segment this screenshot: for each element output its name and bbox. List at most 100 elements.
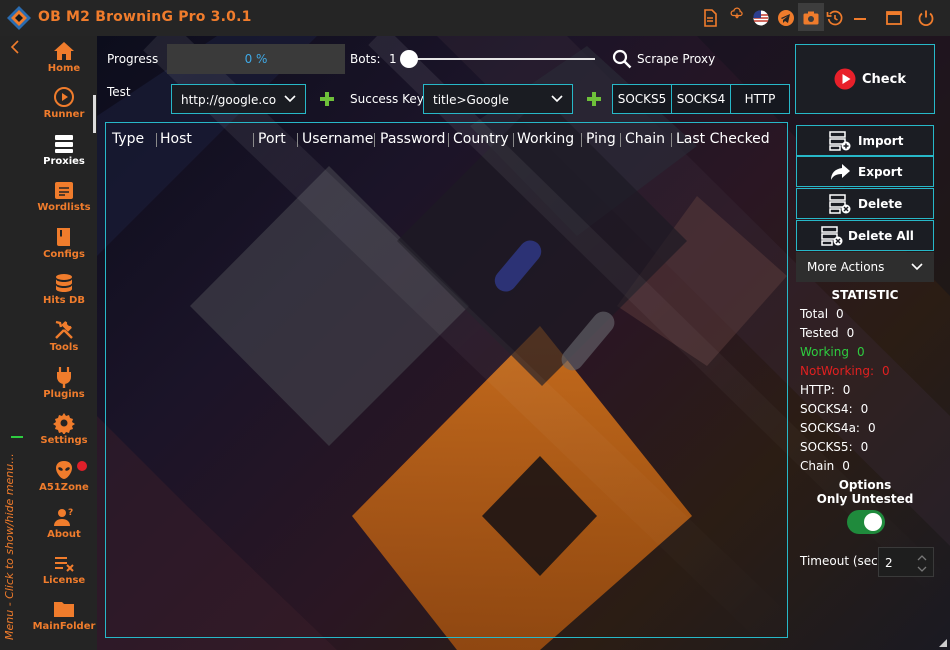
bots-slider-track[interactable] bbox=[408, 58, 595, 60]
column-header-username[interactable]: Username bbox=[302, 131, 373, 147]
sidebar-item-home[interactable]: Home bbox=[30, 40, 98, 74]
stat-total: Total 0 bbox=[800, 307, 844, 321]
sidebar-item-settings[interactable]: Settings bbox=[30, 412, 98, 446]
column-separator[interactable] bbox=[448, 133, 449, 147]
chevron-down-icon bbox=[911, 263, 923, 271]
chevron-down-icon bbox=[284, 95, 296, 103]
alien-icon bbox=[56, 461, 72, 479]
proxy-table[interactable]: Type Host Port Username Password Country… bbox=[105, 122, 788, 638]
search-icon bbox=[612, 49, 632, 69]
add-success-key-icon[interactable] bbox=[585, 90, 603, 108]
column-separator[interactable] bbox=[581, 133, 582, 147]
sidebar-item-hits-db[interactable]: Hits DB bbox=[30, 272, 98, 306]
more-actions-label: More Actions bbox=[807, 260, 885, 274]
import-button-label: Import bbox=[858, 134, 904, 148]
sidebar-item-tools[interactable]: Tools bbox=[30, 319, 98, 353]
column-header-last-checked[interactable]: Last Checked bbox=[676, 131, 770, 147]
more-actions-dropdown[interactable]: More Actions bbox=[796, 252, 934, 282]
sidebar-item-configs[interactable]: Configs bbox=[30, 226, 98, 260]
column-separator[interactable] bbox=[253, 133, 254, 147]
proxy-type-socks4[interactable]: SOCKS4 bbox=[671, 84, 731, 114]
cloud-download-icon[interactable] bbox=[727, 4, 747, 24]
import-button[interactable]: Import bbox=[796, 125, 934, 156]
sidebar-item-license[interactable]: License bbox=[30, 552, 98, 586]
toggle-knob bbox=[864, 513, 882, 531]
stat-not-working: NotWorking: 0 bbox=[800, 364, 890, 378]
sidebar-item-mainfolder[interactable]: MainFolder bbox=[30, 598, 98, 632]
history-icon[interactable] bbox=[825, 8, 845, 28]
column-header-country[interactable]: Country bbox=[453, 131, 509, 147]
chevron-up-icon[interactable] bbox=[917, 554, 927, 562]
us-flag-icon[interactable] bbox=[751, 8, 771, 28]
minimize-icon[interactable] bbox=[850, 8, 870, 28]
telegram-icon[interactable] bbox=[776, 8, 796, 28]
column-separator[interactable] bbox=[297, 133, 298, 147]
chevron-down-icon bbox=[551, 95, 563, 103]
sidebar-item-proxies[interactable]: Proxies bbox=[30, 133, 98, 167]
home-icon bbox=[54, 42, 74, 60]
sidebar-item-wordlists[interactable]: Wordlists bbox=[30, 179, 98, 213]
proxy-type-http[interactable]: HTTP bbox=[730, 84, 790, 114]
delete-all-server-icon bbox=[821, 226, 843, 246]
folder-icon bbox=[54, 602, 74, 617]
sidebar-item-plugins[interactable]: Plugins bbox=[30, 366, 98, 400]
plug-icon bbox=[57, 367, 71, 388]
column-separator[interactable] bbox=[513, 133, 514, 147]
timeout-label: Timeout (sec): bbox=[800, 554, 887, 568]
success-key-label: Success Key bbox=[350, 92, 424, 106]
only-untested-toggle[interactable] bbox=[847, 510, 885, 534]
status-indicator bbox=[11, 436, 23, 438]
document-icon[interactable] bbox=[700, 8, 720, 28]
stat-socks4: SOCKS4: 0 bbox=[800, 402, 869, 416]
maximize-icon[interactable] bbox=[884, 8, 904, 28]
delete-all-button[interactable]: Delete All bbox=[796, 220, 934, 251]
success-key-select[interactable]: title>Google bbox=[423, 84, 573, 114]
timeout-stepper[interactable]: 2 bbox=[878, 547, 934, 577]
resize-grip-icon[interactable] bbox=[939, 639, 947, 647]
chevron-down-icon[interactable] bbox=[917, 565, 927, 573]
chevron-left-icon[interactable] bbox=[10, 40, 20, 58]
delete-button[interactable]: Delete bbox=[796, 188, 934, 219]
column-header-chain[interactable]: Chain bbox=[625, 131, 665, 147]
column-separator[interactable] bbox=[620, 133, 621, 147]
scrape-proxy-button[interactable]: Scrape Proxy bbox=[610, 48, 720, 70]
column-header-type[interactable]: Type bbox=[112, 131, 144, 147]
add-test-url-icon[interactable] bbox=[318, 90, 336, 108]
check-button[interactable]: Check bbox=[795, 44, 935, 114]
export-button[interactable]: Export bbox=[796, 156, 934, 187]
menu-toggle-hint[interactable]: Menu - Click to show/hide menu... bbox=[3, 440, 16, 640]
column-header-host[interactable]: Host bbox=[160, 131, 192, 147]
test-url-select[interactable]: http://google.co bbox=[171, 84, 306, 114]
delete-server-icon bbox=[829, 194, 851, 214]
bots-value: 1 bbox=[389, 52, 397, 66]
gear-icon bbox=[53, 413, 75, 434]
sidebar-item-runner[interactable]: Runner bbox=[30, 86, 98, 120]
delete-all-button-label: Delete All bbox=[848, 229, 914, 243]
power-icon[interactable] bbox=[916, 8, 936, 28]
sidebar-item-a51zone[interactable]: A51Zone bbox=[30, 459, 98, 493]
test-label: Test bbox=[107, 85, 131, 99]
column-header-working[interactable]: Working bbox=[517, 131, 574, 147]
sidebar-item-about[interactable]: ? About bbox=[30, 506, 98, 540]
proxy-type-socks5[interactable]: SOCKS5 bbox=[612, 84, 672, 114]
column-header-port[interactable]: Port bbox=[258, 131, 286, 147]
column-header-ping[interactable]: Ping bbox=[586, 131, 616, 147]
column-separator[interactable] bbox=[671, 133, 672, 147]
camera-icon[interactable] bbox=[801, 8, 821, 28]
stat-http: HTTP: 0 bbox=[800, 383, 851, 397]
play-icon bbox=[54, 87, 74, 107]
progress-label: Progress bbox=[107, 52, 159, 66]
tools-icon bbox=[55, 320, 73, 339]
column-header-password[interactable]: Password bbox=[380, 131, 445, 147]
bots-label: Bots: bbox=[350, 52, 381, 66]
share-arrow-icon bbox=[831, 164, 850, 180]
column-separator[interactable] bbox=[156, 133, 157, 147]
database-icon bbox=[56, 274, 72, 292]
test-url-value: http://google.co bbox=[181, 93, 277, 107]
notification-dot bbox=[77, 461, 87, 471]
column-separator[interactable] bbox=[374, 133, 375, 147]
options-title: Options Only Untested bbox=[816, 478, 914, 506]
app-logo-icon bbox=[7, 6, 31, 30]
bots-slider-thumb[interactable] bbox=[400, 50, 418, 68]
license-icon bbox=[55, 557, 74, 572]
